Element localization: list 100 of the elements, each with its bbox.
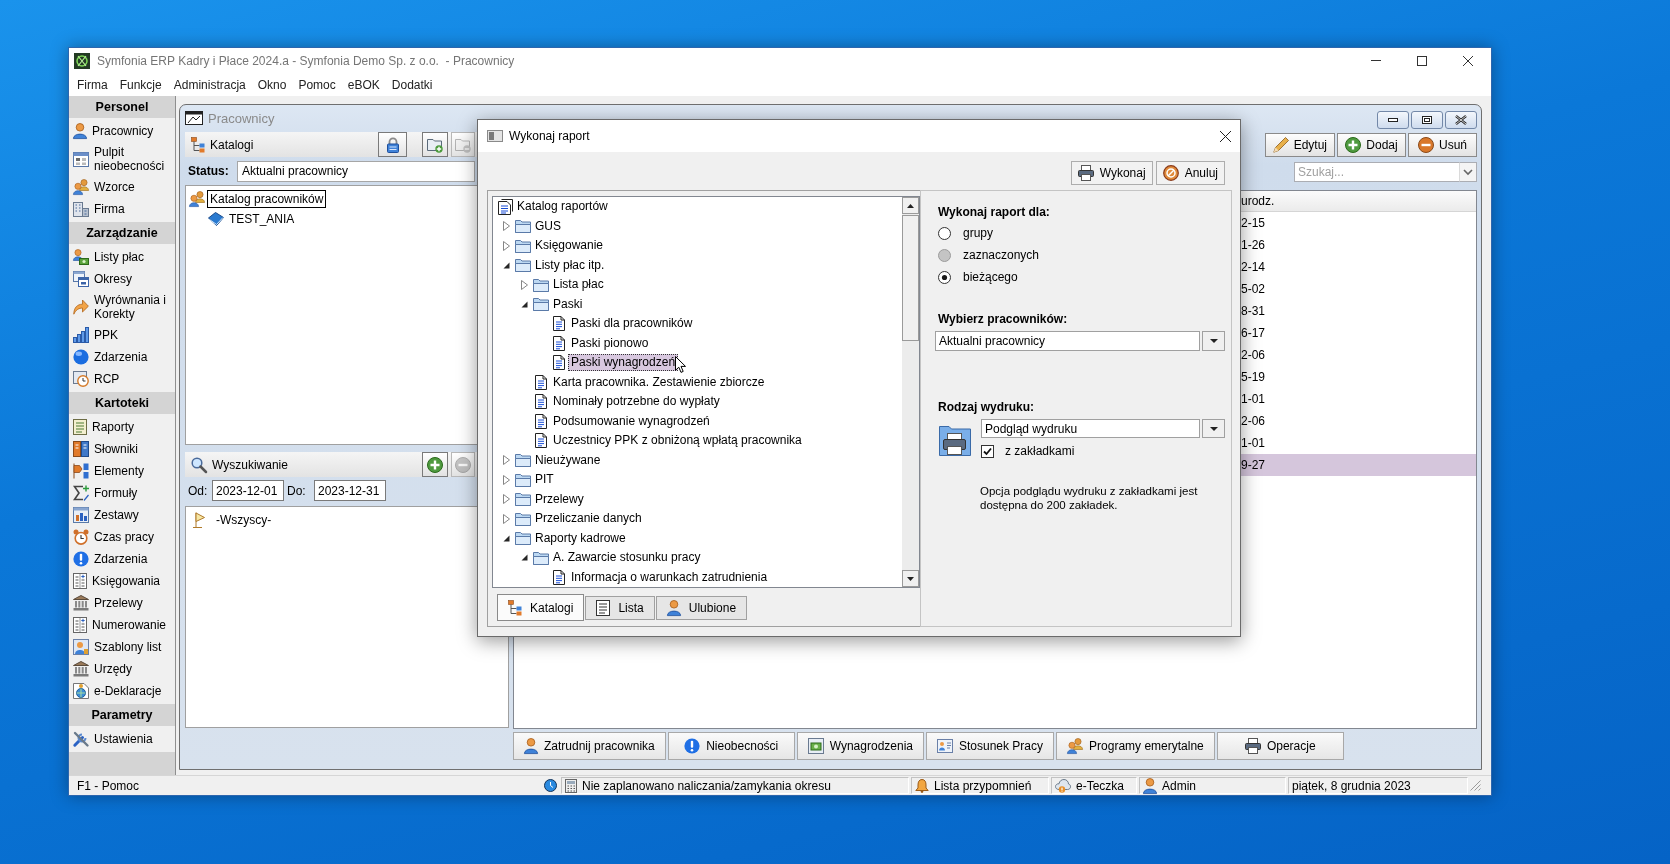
- tab[interactable]: Lista: [585, 596, 655, 620]
- sidebar-item[interactable]: Listy płac: [69, 246, 175, 268]
- column-header[interactable]: urodz.: [1241, 191, 1476, 211]
- action-button[interactable]: Programy emerytalne: [1056, 732, 1215, 760]
- action-button[interactable]: Nieobecności: [667, 732, 795, 760]
- tree-item[interactable]: TEST_ANIA: [226, 210, 298, 228]
- radio-option[interactable]: grupy: [938, 222, 1225, 244]
- sidebar-item[interactable]: Czas pracy: [69, 526, 175, 548]
- tab[interactable]: Ulubione: [655, 596, 748, 620]
- table-cell[interactable]: 1-26: [1241, 234, 1476, 256]
- menu-item[interactable]: Administracja: [167, 75, 252, 94]
- table-cell[interactable]: 8-31: [1241, 300, 1476, 322]
- table-cell[interactable]: 5-02: [1241, 278, 1476, 300]
- tree-item[interactable]: Paski dla pracowników: [568, 315, 696, 333]
- menu-item[interactable]: Pomoc: [292, 75, 342, 94]
- tree-item[interactable]: Karta pracownika. Zestawienie zbiorcze: [550, 373, 768, 391]
- sidebar-item[interactable]: Pulpit nieobecności: [69, 142, 175, 176]
- search-field[interactable]: Szukaj...: [1294, 162, 1459, 182]
- sidebar-item[interactable]: Wzorce: [69, 176, 175, 198]
- sidebar-header[interactable]: Parametry: [69, 704, 175, 726]
- sidebar-item[interactable]: Zdarzenia: [69, 346, 175, 368]
- action-button[interactable]: Stosunek Pracy: [926, 732, 1055, 760]
- sidebar-header[interactable]: Personel: [69, 96, 175, 118]
- status-dropdown[interactable]: Aktualni pracownicy: [237, 160, 475, 182]
- sidebar-item[interactable]: Elementy: [69, 460, 175, 482]
- sidebar-item[interactable]: Formuły: [69, 482, 175, 504]
- action-button[interactable]: Wynagrodzenia: [796, 732, 924, 760]
- tree-item[interactable]: Przelewy: [532, 490, 587, 508]
- menu-item[interactable]: Funkcje: [113, 75, 168, 94]
- table-cell[interactable]: 2-06: [1241, 344, 1476, 366]
- sidebar-item[interactable]: Raporty: [69, 416, 175, 438]
- toolbar-button[interactable]: Dodaj: [1337, 133, 1406, 157]
- toolbar-button[interactable]: Usuń: [1408, 133, 1477, 157]
- employees-dropdown[interactable]: Aktualni pracownicy: [935, 331, 1200, 351]
- menu-item[interactable]: Dodatki: [385, 75, 439, 94]
- scrollbar-thumb[interactable]: [902, 215, 919, 341]
- print-type-dropdown[interactable]: Podgląd wydruku: [981, 419, 1200, 438]
- table-cell[interactable]: 5-19: [1241, 366, 1476, 388]
- menu-item[interactable]: eBOK: [341, 75, 386, 94]
- sidebar-item[interactable]: Słowniki: [69, 438, 175, 460]
- tree-item[interactable]: Nieużywane: [532, 451, 604, 469]
- sidebar-item[interactable]: Wyrównania i Korekty: [69, 290, 175, 324]
- sidebar-item[interactable]: Zestawy: [69, 504, 175, 526]
- table-cell[interactable]: 2-14: [1241, 256, 1476, 278]
- tree-item[interactable]: Informacja o warunkach zatrudnienia: [568, 568, 771, 586]
- tree-item[interactable]: PIT: [532, 471, 557, 489]
- checkbox-option[interactable]: z zakładkami: [981, 444, 1225, 458]
- tab[interactable]: Katalogi: [497, 594, 585, 621]
- date-field[interactable]: 2023-12-31: [314, 480, 386, 501]
- tree-item[interactable]: Raporty kadrowe: [532, 529, 629, 547]
- tree-item[interactable]: Paski: [550, 295, 586, 313]
- sidebar-item[interactable]: Przelewy: [69, 592, 175, 614]
- table-cell[interactable]: 9-27: [1241, 454, 1476, 476]
- sidebar-item[interactable]: Szablony list: [69, 636, 175, 658]
- dialog-button[interactable]: Anuluj: [1155, 161, 1225, 185]
- tree-item[interactable]: GUS: [532, 217, 564, 235]
- sidebar-item[interactable]: PPK: [69, 324, 175, 346]
- sidebar-item[interactable]: Urzędy: [69, 658, 175, 680]
- restore-button[interactable]: [1411, 110, 1443, 129]
- tree-item[interactable]: Księgowanie: [532, 237, 607, 255]
- action-button[interactable]: Operacje: [1216, 732, 1344, 760]
- radio-option[interactable]: bieżącego: [938, 266, 1225, 288]
- table-cell[interactable]: 2-06: [1241, 410, 1476, 432]
- tree-item[interactable]: Katalog pracowników: [207, 190, 327, 208]
- tree-item[interactable]: Listy płac itp.: [532, 256, 608, 274]
- sidebar-item[interactable]: Pracownicy: [69, 120, 175, 142]
- table-cell[interactable]: 1-01: [1241, 432, 1476, 454]
- scroll-up-button[interactable]: [902, 197, 919, 214]
- close-button[interactable]: [1445, 110, 1477, 129]
- tree-item[interactable]: Uczestnicy PPK z obniżoną wpłatą pracownika: [550, 432, 805, 450]
- sidebar-item[interactable]: Księgowania: [69, 570, 175, 592]
- new-folder-button[interactable]: [422, 132, 448, 157]
- tree-item[interactable]: Przeliczanie danych: [532, 510, 645, 528]
- dropdown-button[interactable]: [1202, 419, 1225, 438]
- tree-item[interactable]: Lista płac: [550, 276, 607, 294]
- lock-button[interactable]: [378, 132, 407, 157]
- tree-item[interactable]: Paski wynagrodzeń: [568, 354, 679, 372]
- menu-item[interactable]: Firma: [71, 75, 114, 94]
- menu-item[interactable]: Okno: [251, 75, 293, 94]
- sidebar-item[interactable]: RCP: [69, 368, 175, 390]
- sidebar-item[interactable]: e-Deklaracje: [69, 680, 175, 702]
- toolbar-button[interactable]: Edytuj: [1264, 133, 1335, 157]
- sidebar-item[interactable]: Numerowanie: [69, 614, 175, 636]
- tree-item[interactable]: Podsumowanie wynagrodzeń: [550, 412, 713, 430]
- minimize-button[interactable]: [1377, 110, 1409, 129]
- sidebar-header[interactable]: Kartoteki: [69, 392, 175, 414]
- tree-item[interactable]: Nominały potrzebne do wypłaty: [550, 393, 723, 411]
- sidebar-item[interactable]: Ustawienia: [69, 728, 175, 750]
- dialog-button[interactable]: Wykonaj: [1070, 161, 1153, 185]
- table-cell[interactable]: 1-01: [1241, 388, 1476, 410]
- sidebar-item[interactable]: Firma: [69, 198, 175, 220]
- tree-item[interactable]: Katalog raportów: [514, 198, 611, 216]
- sidebar-item[interactable]: Okresy: [69, 268, 175, 290]
- scrollbar[interactable]: [902, 197, 919, 587]
- table-cell[interactable]: 2-15: [1241, 212, 1476, 234]
- tree-item[interactable]: Paski pionowo: [568, 334, 652, 352]
- add-button[interactable]: [422, 452, 448, 477]
- list-item[interactable]: -Wszyscy-: [216, 513, 272, 527]
- table-cell[interactable]: 6-17: [1241, 322, 1476, 344]
- sidebar-item[interactable]: Zdarzenia: [69, 548, 175, 570]
